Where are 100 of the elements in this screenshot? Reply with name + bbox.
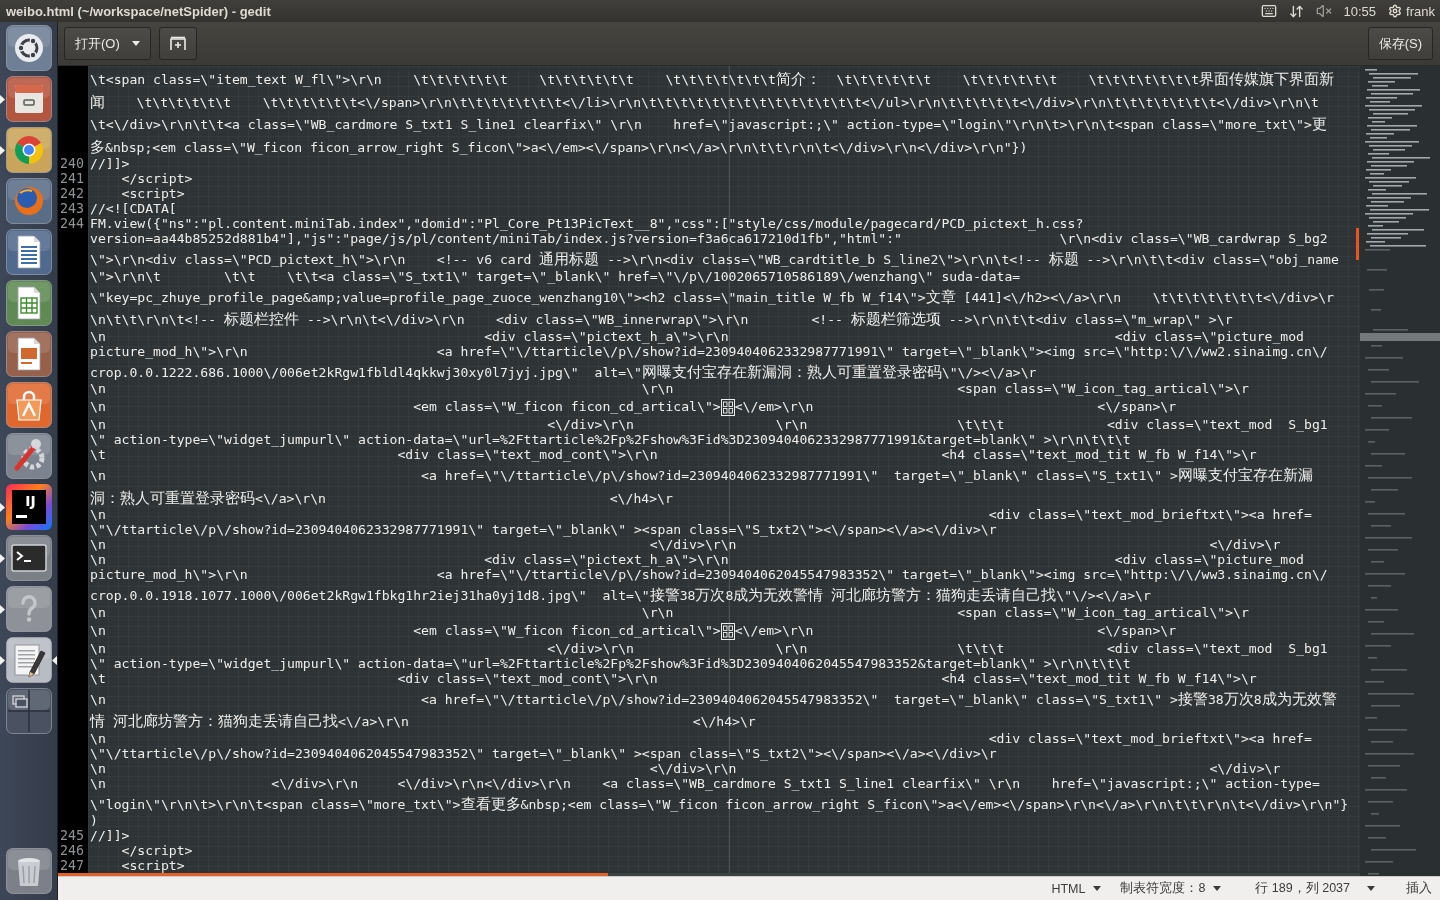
line-number: 242 [59,186,85,201]
code-line: \n <div class=\"pictext_h_a\">\r\n <div class=\"picture_mod [90,328,1304,344]
indicator-triangle-icon [0,655,5,665]
indicator-triangle-icon [0,145,5,155]
settings-icon[interactable] [1388,4,1403,18]
code-line: \" action-type=\"widget_jumpurl\" action-data=\"url=%2Fttarticle%2Fp%2Fshow%3Fid%3D2309404062045547983352&target=blank\" >\r\n\t\t\t [90,655,1131,671]
code-line: \n <div class=\"text_mod_brieftxt\"><a href= [90,730,1312,746]
indicator-triangle-icon [52,655,57,665]
code-line: \t<\/div>\r\n\t\t<a class=\"WB_cardmore S_txt1 S_line1 clearfix\" \r\n href=\"javascript:;\" action-type=\"login\"\r\n\t>\r\n\t<span class=\"more_txt\">更 [90,114,1327,134]
indicator-triangle-icon [0,502,5,512]
user-name[interactable]: frank [1406,3,1435,19]
status-text: 行 189，列 2037 [1255,880,1350,897]
minimap[interactable] [1360,66,1440,876]
code-line: \"\/ttarticle\/p\/show?id=2309404062332987771991\" target=\"_blank\" ><span class=\"S_txt2\"><\/span><\/a><\/div>\r [90,522,997,537]
code-line: \">\r\n<div class=\"PCD_pictext_h\">\r\n <!-- v6 card 通用标题 -->\r\n<div class=\"WB_cardtitle_b S_line2\">\r\n\t<!-- 标题 -->\r\n\t\t<div class=\"obj_name [90,249,1339,269]
clock[interactable]: 10:55 [1343,3,1377,19]
code-line: \n <div class=\"text_mod_brieftxt\"><a href= [90,507,1312,522]
dropdown-button[interactable]: HTML [1043,877,1110,900]
caret-icon [1367,886,1375,891]
new-tab-button[interactable] [158,27,197,60]
code-line: FM.view({"ns":"pl.content.miniTab.index","domid":"Pl_Core_Pt13PicText__8","css":["style/css/module/pagecard/PCD_pictext_h.css? [90,216,1084,231]
code-line: 情 河北廊坊警方：猫狗走丢请自己找<\/a>\r\n <\/h4>\r [90,711,756,731]
document-icon [5,229,52,275]
code-line: \t <div class=\"text_mod_cont\">\r\n <h4 class=\"text_mod_tit W_fb W_f14\">\r [90,447,1257,462]
line-number: 244 [59,216,85,231]
code-line: picture_mod_h\">\r\n <a href=\"\/ttarticle\/p\/show?id=2309404062045547983352\" target=\"_blank\"><img src=\"http:\/\/ww3.sinaimg.cn\/ [90,567,1328,582]
code-line: 多&nbsp;<em class=\"W_ficon ficon_arrow_right S_ficon\">a<\/em><\/span>\r\n<\/a>\r\n\t\t\r\n\t<\/div>\r\n<\/div>\r\n"}) [90,136,1028,156]
caret-icon [1213,886,1222,891]
code-line: \"login\"\r\n\t>\r\n\t<span class=\"more_txt\">查看更多&nbsp;<em class=\"W_ficon ficon_arrow_right S_ficon\">a<\/em><\/span>\r\n<\/a>\r\n\t\t\r\n\t<\/div>\r\n"} [90,793,1349,813]
line-number: 247 [59,858,85,873]
dropdown-button[interactable]: 制表符宽度：8 [1112,877,1230,900]
terminal-icon [5,535,52,581]
circle-logo-icon [5,25,52,71]
code-line: version=aa44b85252d881b4"],"js":"page/js/pl/content/miniTab/index.js?version=f3a6ca617210d1fb","html":" \r\n<div class=\"WB_cardwrap S_bg2 [90,231,1328,246]
line-number: 246 [59,843,85,858]
indicator-triangle-icon [0,94,5,104]
missing-glyph-icon [720,399,735,416]
line-number: 240 [59,156,85,171]
code-line: \n <a href=\"\/ttarticle\/p\/show?id=2309404062332987771991\" target=\"_blank\" class=\"S_txt1\" >网曝支付宝存在新漏 [90,465,1313,485]
code-line: <script> [120,858,185,873]
window-title: weibo.html (~/workspace/netSpider) - gedit [6,3,271,19]
line-number: 245 [59,828,85,843]
drawer-icon [5,76,52,122]
code-line: \"\/ttarticle\/p\/show?id=2309404062045547983352\" target=\"_blank\" ><span class=\"S_txt2\"><\/span><\/a><\/div>\r [90,745,997,761]
code-line: picture_mod_h\">\r\n <a href=\"\/ttarticle\/p\/show?id=2309404062332987771991\" target=\"_blank\"><img src=\"http:\/\/ww2.sinaimg.cn\/ [90,343,1328,359]
save-button[interactable]: 保存(S) [1367,27,1433,60]
keyboard-icon[interactable] [1260,3,1277,19]
launcher-button[interactable] [0,637,57,683]
indicator-triangle-icon [0,604,5,614]
transfer-arrows-icon[interactable] [1288,3,1304,19]
presentation-icon [5,331,52,377]
scrollbar-thumb[interactable] [58,873,608,876]
line-number: 241 [59,171,85,186]
code-line: </script> [120,843,193,858]
code-line: \t<span class=\"item_text W_fl\">\r\n \t\t\t\t\t\t \t\t\t\t\t\t \t\t\t\t\t\t\t简介： \t\t\t\t\t\t \t\t\t\t\t\t \t\t\t\t\t\t\t界面传媒旗下界面新 [90,69,1335,89]
speaker-muted-icon[interactable] [1315,3,1332,19]
line-number: 243 [59,201,85,216]
code-line: //<![CDATA[ [90,201,177,216]
code-line: \n <em class=\"W_ficon ficon_cd_artical\"> [90,399,721,414]
scrollbar-track[interactable] [58,873,1360,876]
code-line: \n <\/div>\r\n <\/div>\r [90,760,1281,776]
spreadsheet-icon [5,280,52,326]
help-icon [5,586,52,632]
code-line: \n\t\t\r\n\t<!-- 标题栏控件 -->\r\n\t<\/div>\r\n <div class=\"WB_innerwrap\">\r\n <!-- 标题栏筛选项 -->\r\n\t\t<div class=\"m_wrap\" >\r [90,309,1233,329]
missing-glyph-icon [720,622,735,640]
code-line: \n \r\n <span class=\"W_icon_tag_artical\">\r [90,381,1249,396]
caret-icon [131,41,140,46]
indicator-triangle-icon [0,553,5,563]
code-line: //]]> [90,828,130,843]
code-line: 洞：熟人可重置登录密码<\/a>\r\n <\/h4>\r [90,487,673,507]
code-line: <script> [120,186,185,201]
code-line: \n \r\n <span class=\"W_icon_tag_artical\">\r [90,604,1249,620]
code-line: \n <\/div>\r\n \r\n \t\t\t <div class=\"text_mod S_bg1 [90,417,1328,432]
notepad-icon [5,637,52,683]
status-text: 插入 [1406,880,1432,897]
code-line: \n <\/div>\r\n <\/div>\r\n<\/div>\r\n <a class=\"WB_cardmore S_txt1 S_line1 clearfix\" \r\n href=\"javascript:;\" action-type= [90,775,1320,791]
code-line: 闻 \t\t\t\t\t\t \t\t\t\t\t\t<\/span>\r\n\t\t\t\t\t\t\t<\/li>\r\n\t\t\t\t\t\t\t\t\t\t\t\t\t\t<\/ul>\r\n\t\t\t\t\t<\/div>\r\n\t\t\t\t\t\t\t<\/div>\r\n\t [90,91,1319,111]
scrollbar-thumb[interactable] [1356,228,1359,260]
new-tab-icon [169,36,186,51]
shopping-bag-icon [5,382,52,428]
code-line: \n <\/div>\r\n \r\n \t\t\t <div class=\"text_mod S_bg1 [90,640,1328,656]
code-line: ) [90,813,98,828]
code-line: \t <div class=\"text_mod_cont\">\r\n <h4 class=\"text_mod_tit W_fb W_f14\">\r [90,670,1257,686]
code-editor[interactable] [58,66,1360,873]
code-line: \"key=pc_zhuye_profile_page&amp;value=profile_page_zuoce_wenzhang10\"><h2 class=\"main_title W_fb W_f14\">文章 [441]<\/h2><\/a>\r\n \t\t\t\t\t\t\t<\/div>\r [90,286,1334,306]
code-line: crop.0.0.1222.686.1000\/006et2kRgw1fbldl4qkkwj30xy0l7jyj.jpg\" alt=\"网曝支付宝存在新漏洞：熟人可重置登录密码\"\/><\/a>\r [90,361,1037,381]
caret-icon [1093,886,1102,891]
code-line: \n <\/div>\r\n <\/div>\r [90,537,1281,552]
trash-icon [5,848,52,894]
open-button[interactable]: 打开(O) [64,27,151,60]
code-line: //]]> [90,156,130,171]
code-line: \n <div class=\"pictext_h_a\">\r\n <div class=\"picture_mod [90,552,1304,567]
code-line: crop.0.0.1918.1077.1000\/006et2kRgw1fbkg1hr2iej31ha0yj1d8.jpg\" alt=\"接警38万次8成为无效警情 河北廊坊警方：猫狗走丢请自己找\"\/><\/a>\r [90,585,1151,605]
wrench-icon [5,433,52,479]
workspaces-icon [5,688,52,734]
code-line: \">\r\n\t \t\t \t\t<a class=\"S_txt1\" target=\"_blank\" href=\"\/p\/1002065710586189\/wenzhang\" suda-data= [90,268,1021,284]
code-line: <\/em>\r\n <\/span>\r [734,399,1177,414]
code-line: </script> [120,171,193,186]
code-line: \n <em class=\"W_ficon ficon_cd_artical\"> [90,622,721,638]
globe-icon [5,178,52,224]
